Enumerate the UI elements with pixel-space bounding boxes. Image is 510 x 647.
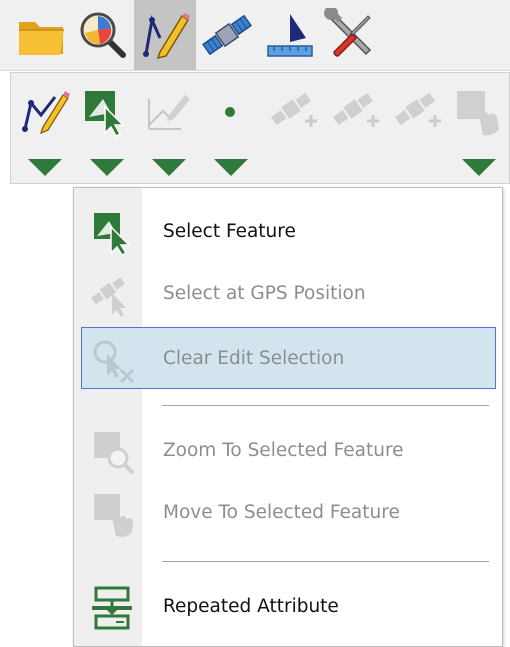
pan-to-selection-icon xyxy=(94,494,133,537)
select-feature-dropdown-arrow[interactable] xyxy=(90,159,124,176)
selection-options-button[interactable] xyxy=(447,79,509,183)
edit-toolbar xyxy=(10,72,510,184)
selection-options-icon xyxy=(457,91,499,136)
menu-item-label: Select at GPS Position xyxy=(163,283,366,304)
menu-item-clear-edit-selection[interactable]: Clear Edit Selection xyxy=(81,327,496,389)
menu-item-label: Select Feature xyxy=(163,221,296,242)
selection-dropdown-menu: Select Feature Select at GPS Position Cl… xyxy=(73,187,503,647)
add-point-button[interactable] xyxy=(199,79,261,183)
menu-item-label: Repeated Attribute xyxy=(163,596,339,617)
menu-item-repeated-attribute[interactable]: Repeated Attribute xyxy=(74,576,502,638)
repeated-attribute-icon xyxy=(92,586,132,630)
tools-button[interactable] xyxy=(320,0,382,70)
clear-selection-icon xyxy=(93,340,135,384)
menu-item-select-feature[interactable]: Select Feature xyxy=(74,201,502,263)
menu-separator xyxy=(162,405,489,406)
add-point-dropdown-arrow[interactable] xyxy=(214,159,248,176)
edit-pencil-icon xyxy=(143,13,190,60)
main-toolbar xyxy=(0,0,510,71)
selection-options-dropdown-arrow[interactable] xyxy=(462,159,496,176)
menu-item-label: Clear Edit Selection xyxy=(163,348,345,369)
draw-line-dropdown-arrow[interactable] xyxy=(28,159,62,176)
edit-mode-button[interactable] xyxy=(134,0,196,70)
select-feature-icon xyxy=(94,213,131,256)
menu-item-label: Move To Selected Feature xyxy=(163,502,400,523)
gps-add-vertex-icon xyxy=(270,92,317,127)
menu-separator xyxy=(162,561,489,562)
point-icon xyxy=(225,107,235,117)
zoom-to-selection-icon xyxy=(94,432,135,475)
map-search-button[interactable] xyxy=(72,0,134,70)
menu-item-zoom-to-selected-feature[interactable]: Zoom To Selected Feature xyxy=(74,420,502,482)
edit-vertices-dropdown-arrow[interactable] xyxy=(152,159,186,176)
open-project-button[interactable] xyxy=(10,0,72,70)
select-feature-icon xyxy=(85,91,125,137)
tools-icon xyxy=(324,8,372,57)
map-search-icon xyxy=(80,12,126,58)
gps-button[interactable] xyxy=(196,0,258,70)
gps-add-stream-alt-icon xyxy=(394,92,441,127)
edit-vertices-icon xyxy=(148,95,190,130)
gps-add-vertex-button[interactable] xyxy=(263,79,325,183)
measure-icon xyxy=(267,14,313,57)
gps-select-icon xyxy=(90,277,126,317)
draw-line-button[interactable] xyxy=(13,79,75,183)
gps-satellite-icon xyxy=(202,14,252,56)
menu-item-select-at-gps-position[interactable]: Select at GPS Position xyxy=(74,263,502,325)
gps-add-stream-icon xyxy=(332,92,379,127)
measure-button[interactable] xyxy=(258,0,320,70)
gps-add-stream-button[interactable] xyxy=(325,79,387,183)
gps-add-stream-alt-button[interactable] xyxy=(387,79,449,183)
menu-item-move-to-selected-feature[interactable]: Move To Selected Feature xyxy=(74,482,502,544)
draw-line-icon xyxy=(22,91,70,135)
select-feature-tool-button[interactable] xyxy=(75,79,137,183)
edit-vertices-button[interactable] xyxy=(137,79,199,183)
menu-item-label: Zoom To Selected Feature xyxy=(163,440,404,461)
folder-icon xyxy=(19,22,64,55)
